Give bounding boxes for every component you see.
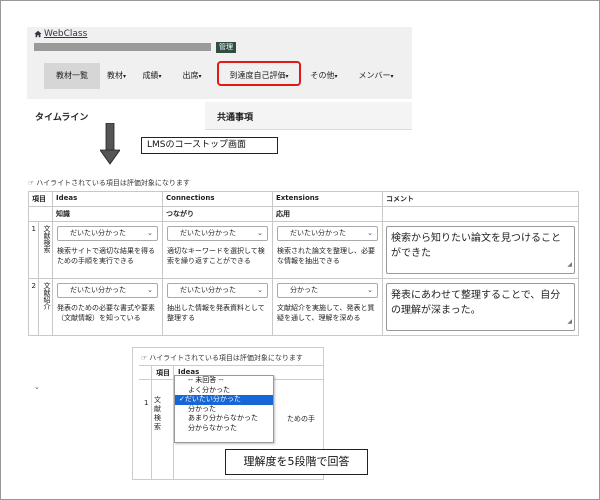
caret-down-icon: ▾ <box>158 73 162 80</box>
nav-item-materials[interactable]: 教材▾ <box>100 63 133 89</box>
comment-textarea[interactable]: 発表にあわせて整理することで、自分の理解が深まった。 ◢ <box>386 283 575 331</box>
criterion-description: 検索された論文を整理し、必要な情報を抽出できる <box>277 247 375 265</box>
column-header-extensions: Extensions <box>272 191 383 207</box>
column-header-ideas: Ideas <box>52 191 163 207</box>
dropdown-option-selected[interactable]: ✓だいたい分かった <box>175 395 273 405</box>
expand-caret-icon[interactable]: ⌄ <box>34 383 40 391</box>
admin-badge: 管理 <box>216 42 236 53</box>
pointing-hand-icon: ☞ <box>141 354 148 362</box>
criterion-description: 文献紹介を実施して、発表と質疑を通して、理解を深める <box>277 304 375 322</box>
course-title-redacted <box>34 43 211 51</box>
common-items-heading: 共通事項 <box>217 113 254 123</box>
rating-select[interactable]: だいたい分かった ⌄ <box>57 283 158 298</box>
table-row: 1 文献検索 だいたい分かった ⌄ 検索サイトで適切な結果を得るための手順を実行で… <box>27 221 579 279</box>
down-arrow-icon <box>100 123 120 165</box>
criterion-description: 抽出した情報を発表資料として整理する <box>167 304 265 322</box>
caret-down-icon: ▾ <box>334 73 338 80</box>
inset-row-name: 文献検索 <box>154 396 161 431</box>
row-number: 2 <box>27 278 40 336</box>
caret-down-icon: ▾ <box>122 73 126 80</box>
chevron-down-icon: ⌄ <box>367 229 373 237</box>
chevron-down-icon: ⌄ <box>257 286 263 294</box>
column-header-connections: Connections <box>162 191 273 207</box>
dropdown-option[interactable]: -- 未回答 -- <box>175 376 273 386</box>
app-name: WebClass <box>44 29 88 39</box>
timeline-heading: タイムライン <box>35 113 89 123</box>
rating-select[interactable]: だいたい分かった ⌄ <box>277 226 378 241</box>
evaluation-table: 項目 Ideas Connections Extensions コメント 知識 … <box>27 191 579 336</box>
callout-lms-top: LMSのコーストップ画面 <box>141 137 278 154</box>
dropdown-option[interactable]: 分かった <box>175 405 273 415</box>
row-name: 文献紹介 <box>38 278 53 336</box>
common-items-panel: 共通事項 <box>205 102 412 130</box>
criterion-description: 発表のための必要な書式や要素（文献情報）を知っている <box>57 304 155 322</box>
criterion-description: 適切なキーワードを選択して検索を繰り返すことができる <box>167 247 265 265</box>
column-header-item: 項目 <box>28 191 53 207</box>
table-row: 2 文献紹介 だいたい分かった ⌄ 発表のための必要な書式や要素（文献情報）を知っ… <box>27 278 579 336</box>
dropdown-option[interactable]: あまり分からなかった <box>175 414 273 424</box>
chevron-down-icon: ⌄ <box>147 286 153 294</box>
chevron-down-icon: ⌄ <box>367 286 373 294</box>
rating-select[interactable]: だいたい分かった ⌄ <box>57 226 158 241</box>
rating-dropdown-list[interactable]: -- 未回答 -- よく分かった ✓だいたい分かった 分かった あまり分からなか… <box>174 375 274 443</box>
inset-divider <box>139 365 323 366</box>
rating-select[interactable]: 分かった ⌄ <box>277 283 378 298</box>
row-number: 1 <box>27 221 40 279</box>
caret-down-icon: ▾ <box>390 73 394 80</box>
dropdown-option[interactable]: 分からなかった <box>175 424 273 434</box>
callout-five-levels: 理解度を5段階で回答 <box>225 449 368 475</box>
comment-textarea[interactable]: 検索から知りたい論文を見つけることができた ◢ <box>386 226 575 274</box>
nav-item-attendance[interactable]: 出席▾ <box>174 63 210 89</box>
inset-hint: ☞ ハイライトされている項目は評価対象になります <box>141 354 303 362</box>
nav-item-members[interactable]: メンバー▾ <box>350 63 402 89</box>
subheader-connection: つながり <box>162 206 273 222</box>
inset-column-item: 項目 <box>156 369 170 377</box>
inset-desc-fragment: ための手 <box>287 415 315 423</box>
chevron-down-icon: ⌄ <box>147 229 153 237</box>
row-name: 文献検索 <box>38 221 53 279</box>
pointing-hand-icon: ☞ <box>28 179 35 187</box>
column-header-comment: コメント <box>382 191 579 207</box>
chevron-down-icon: ⌄ <box>257 229 263 237</box>
resize-grip-icon[interactable]: ◢ <box>567 257 572 272</box>
nav-highlight-box <box>217 61 301 86</box>
home-icon <box>34 30 42 38</box>
nav-item-materials-list[interactable]: 教材一覧 <box>44 63 100 89</box>
dropdown-option[interactable]: よく分かった <box>175 386 273 396</box>
resize-grip-icon[interactable]: ◢ <box>567 314 572 329</box>
criterion-description: 検索サイトで適切な結果を得るための手順を実行できる <box>57 247 155 265</box>
rating-select[interactable]: だいたい分かった ⌄ <box>167 226 268 241</box>
app-logo[interactable]: WebClass <box>34 29 87 39</box>
nav-item-grades[interactable]: 成績▾ <box>134 63 170 89</box>
inset-divider <box>151 365 152 479</box>
caret-down-icon: ▾ <box>198 73 202 80</box>
subheader-application: 応用 <box>272 206 383 222</box>
rating-select[interactable]: だいたい分かった ⌄ <box>167 283 268 298</box>
nav-item-other[interactable]: その他▾ <box>304 63 344 89</box>
subheader-knowledge: 知識 <box>52 206 163 222</box>
evaluation-hint: ☞ ハイライトされている項目は評価対象になります <box>28 179 190 187</box>
inset-row-number: 1 <box>144 399 149 407</box>
